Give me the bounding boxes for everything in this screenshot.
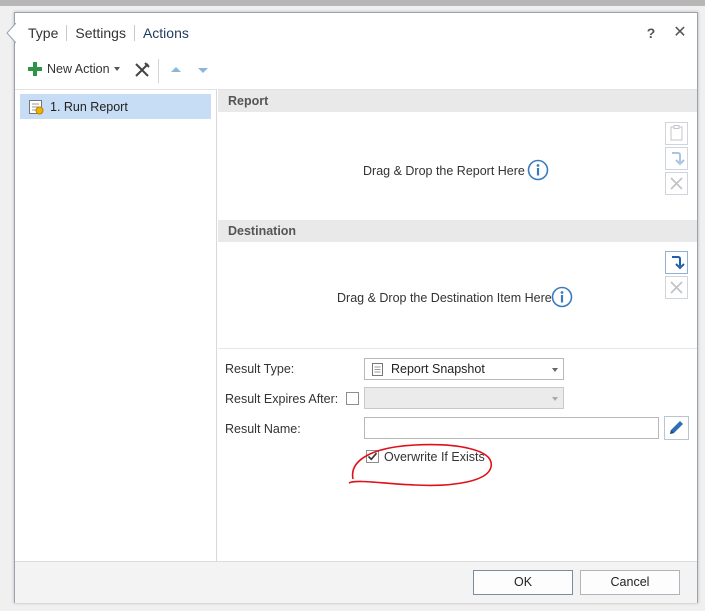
close-button[interactable]: ✕ — [672, 24, 688, 42]
dialog-footer: OK Cancel — [15, 561, 697, 603]
paste-report-button[interactable] — [665, 122, 688, 145]
result-type-label: Result Type: — [225, 362, 295, 376]
back-arrow-icon[interactable] — [6, 23, 16, 43]
result-name-label: Result Name: — [225, 422, 301, 436]
background-strip — [0, 0, 705, 6]
clear-report-button[interactable] — [665, 172, 688, 195]
info-icon[interactable] — [551, 286, 573, 308]
actions-list: 1. Run Report — [15, 89, 217, 561]
chevron-down-icon — [552, 368, 558, 372]
cancel-button[interactable]: Cancel — [580, 570, 680, 595]
help-button[interactable]: ? — [643, 24, 659, 42]
delete-icon — [670, 177, 683, 190]
move-down-icon[interactable] — [194, 61, 212, 79]
report-drop-zone[interactable]: Drag & Drop the Report Here — [363, 164, 525, 178]
section-divider — [218, 348, 697, 349]
pencil-icon — [670, 421, 683, 434]
new-action-button[interactable]: New Action — [27, 61, 120, 77]
checkmark-icon — [367, 452, 378, 461]
delete-icon — [670, 281, 683, 294]
clear-destination-button[interactable] — [665, 276, 688, 299]
select-destination-button[interactable] — [665, 251, 688, 274]
result-expires-select[interactable] — [364, 387, 564, 409]
result-expires-checkbox[interactable] — [346, 392, 359, 405]
tab-type[interactable]: Type — [28, 24, 66, 42]
report-snapshot-icon — [372, 362, 383, 376]
ok-button[interactable]: OK — [473, 570, 573, 595]
list-item-run-report[interactable]: 1. Run Report — [20, 94, 211, 119]
result-type-value: Report Snapshot — [391, 362, 485, 376]
arrow-down-right-icon — [672, 152, 685, 166]
overwrite-label[interactable]: Overwrite If Exists — [384, 450, 485, 464]
destination-section-header: Destination — [218, 220, 697, 242]
move-up-icon[interactable] — [167, 61, 185, 79]
toolbar: New Action — [15, 57, 697, 85]
tab-bar: Type Settings Actions — [28, 24, 197, 42]
edit-name-button[interactable] — [664, 416, 689, 440]
tab-settings[interactable]: Settings — [67, 24, 134, 42]
destination-drop-zone[interactable]: Drag & Drop the Destination Item Here — [337, 291, 552, 305]
tab-actions[interactable]: Actions — [135, 24, 197, 42]
delete-action-icon[interactable] — [133, 61, 151, 79]
red-annotation-circle — [348, 443, 492, 487]
report-icon — [29, 99, 44, 114]
overwrite-checkbox[interactable] — [366, 450, 379, 463]
list-item-label: 1. Run Report — [50, 99, 128, 114]
select-report-button[interactable] — [665, 147, 688, 170]
clipboard-icon — [670, 125, 683, 141]
plus-icon — [27, 61, 43, 77]
report-section-header: Report — [218, 90, 697, 112]
result-name-input[interactable] — [364, 417, 659, 439]
action-dialog: Type Settings Actions ? ✕ New Action 1. … — [6, 12, 698, 603]
new-action-label: New Action — [47, 62, 110, 76]
action-details: Report Drag & Drop the Report Here Desti… — [218, 89, 697, 561]
result-type-select[interactable]: Report Snapshot — [364, 358, 564, 380]
info-icon[interactable] — [527, 159, 549, 181]
chevron-down-icon — [552, 397, 558, 401]
result-expires-label: Result Expires After: — [225, 392, 339, 406]
arrow-down-right-icon — [672, 256, 685, 270]
toolbar-separator — [158, 59, 159, 83]
chevron-down-icon — [113, 67, 120, 71]
dialog-header: Type Settings Actions ? ✕ — [6, 13, 697, 53]
